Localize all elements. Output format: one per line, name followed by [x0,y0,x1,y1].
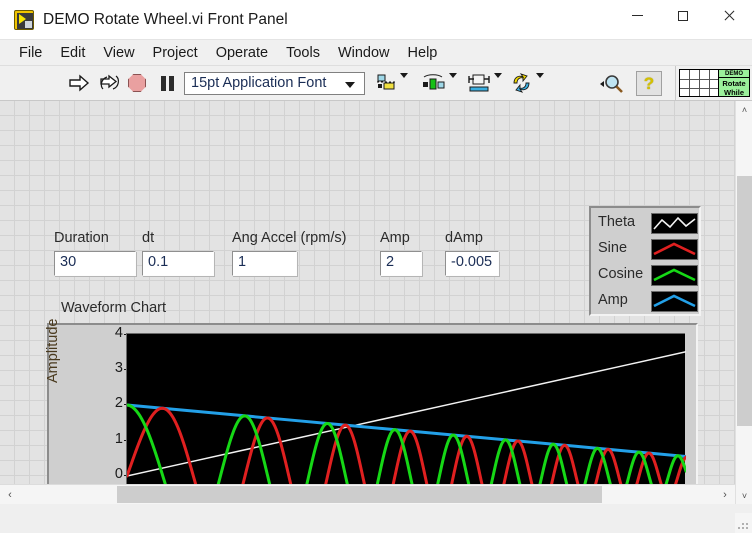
align-objects-icon[interactable] [376,73,397,94]
menu-item-view[interactable]: View [94,43,143,63]
reorder-objects-icon[interactable] [511,73,533,94]
vertical-scrollbar[interactable]: ˄ ˅ [735,101,752,504]
menu-item-file[interactable]: File [10,43,51,63]
menu-bar: File Edit View Project Operate Tools Win… [0,40,752,66]
legend-label: Amp [598,292,628,308]
vertical-scrollbar-thumb[interactable] [737,176,752,426]
context-help-button[interactable]: ? [636,71,662,96]
maximize-icon [678,10,688,21]
label-duration: Duration [54,230,109,246]
input-damp-value: -0.005 [451,254,493,270]
input-ang-accel-value: 1 [238,254,247,270]
input-damp[interactable]: -0.005 [445,251,499,276]
vi-icon-line1: Rotate [722,79,746,88]
legend-label: Sine [598,240,628,256]
menu-item-operate[interactable]: Operate [207,43,277,63]
distribute-objects-icon[interactable] [421,73,446,94]
vi-icon[interactable]: DEMO Rotate While [679,69,750,97]
label-dt: dt [142,230,155,246]
legend-item-amp[interactable]: Amp [591,289,703,315]
waveform-chart-label: Waveform Chart [61,300,167,316]
toolbar: 15pt Application Font ? DEMO Rotate Whil… [0,66,752,101]
horizontal-scrollbar-thumb[interactable] [117,486,602,503]
resize-objects-icon[interactable] [467,73,491,94]
vi-icon-area: DEMO Rotate While [675,66,752,100]
plot-area[interactable] [126,333,686,504]
legend-label: Theta [598,214,636,230]
run-arrow-icon[interactable] [68,72,90,94]
labview-vi-icon [14,10,34,30]
front-panel-canvas: Duration 30 dt 0.1 Ang Accel (rpm/s) 1 A… [0,101,735,504]
pause-icon[interactable] [158,72,178,94]
label-ang-accel: Ang Accel (rpm/s) [232,230,347,246]
legend-swatch-cosine[interactable] [651,265,698,286]
distribute-objects-chevron-icon[interactable] [449,73,457,78]
input-duration-value: 30 [60,254,77,270]
legend-swatch-amp[interactable] [651,291,698,312]
run-continuously-icon[interactable] [98,72,122,94]
label-damp: dAmp [445,230,483,246]
menu-item-help[interactable]: Help [399,43,447,63]
input-ang-accel[interactable]: 1 [232,251,297,276]
vi-icon-line2: While [724,88,744,97]
resize-grip-icon[interactable] [735,513,752,533]
font-selector-value: 15pt Application Font [191,75,327,91]
chevron-down-icon [345,82,355,88]
menu-item-edit[interactable]: Edit [51,43,94,63]
legend-item-sine[interactable]: Sine [591,237,703,263]
chart-legend[interactable]: Theta Sine Cosine Amp [589,206,701,316]
y-tick: 3 [51,360,129,376]
vi-icon-caption: DEMO Rotate While [718,70,749,97]
input-dt[interactable]: 0.1 [142,251,214,276]
menu-item-tools[interactable]: Tools [277,43,329,63]
align-objects-chevron-icon[interactable] [400,73,408,78]
reorder-objects-chevron-icon[interactable] [536,73,544,78]
waveform-chart[interactable]: Amplitude 4 3 2 1 0 -1 -2 0 30 Time [45,319,698,504]
minimize-icon [631,15,643,16]
label-amp: Amp [380,230,410,246]
scroll-down-button[interactable]: ˅ [736,487,752,504]
window-title: DEMO Rotate Wheel.vi Front Panel [43,11,288,28]
search-magnifier-icon[interactable] [598,73,626,95]
plot-curves [127,351,686,504]
legend-swatch-theta[interactable] [651,213,698,234]
vi-icon-grid [680,70,718,96]
y-tick: 0 [51,466,129,482]
labview-front-panel-window: DEMO Rotate Wheel.vi Front Panel File Ed… [0,0,752,533]
legend-swatch-sine[interactable] [651,239,698,260]
y-tick: 4 [51,325,129,341]
vi-icon-banner: DEMO [719,70,749,78]
maximize-button[interactable] [660,0,706,31]
abort-execution-icon[interactable] [128,72,150,94]
legend-item-theta[interactable]: Theta [591,211,703,237]
y-tick: 1 [51,431,129,447]
menu-item-window[interactable]: Window [329,43,399,63]
input-amp-value: 2 [386,254,395,270]
input-amp[interactable]: 2 [380,251,422,276]
y-axis-ticks: 4 3 2 1 0 -1 -2 [49,325,129,504]
font-selector[interactable]: 15pt Application Font [184,72,365,95]
scroll-right-button[interactable]: › [715,485,735,504]
minimize-button[interactable] [614,0,660,31]
close-button[interactable] [706,0,752,31]
scroll-up-button[interactable]: ˄ [736,101,752,118]
legend-label: Cosine [598,266,644,282]
y-tick: 2 [51,395,129,411]
menu-item-project[interactable]: Project [144,43,207,63]
context-help-question-icon: ? [643,73,655,93]
scroll-left-button[interactable]: ‹ [0,485,20,504]
resize-objects-chevron-icon[interactable] [494,73,502,78]
legend-item-cosine[interactable]: Cosine [591,263,703,289]
close-icon [723,10,735,22]
input-duration[interactable]: 30 [54,251,136,276]
horizontal-scrollbar[interactable]: ‹ › [0,484,735,504]
title-bar: DEMO Rotate Wheel.vi Front Panel [0,0,752,40]
input-dt-value: 0.1 [148,254,169,270]
